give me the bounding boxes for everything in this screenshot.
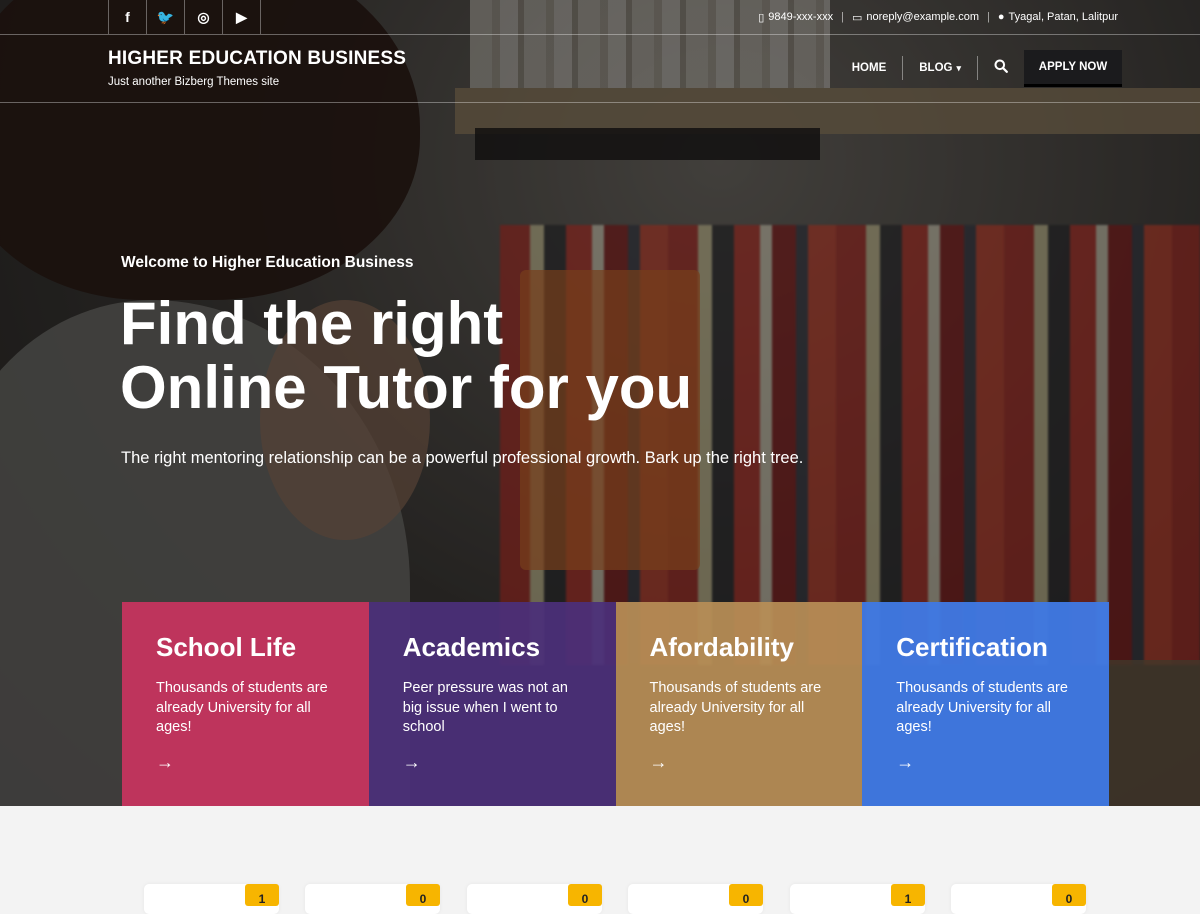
count-badge: 0 [729, 884, 763, 906]
site-tagline: Just another Bizberg Themes site [108, 76, 280, 88]
facebook-icon[interactable]: f [108, 0, 147, 34]
count-badge: 0 [1052, 884, 1086, 906]
contact-email[interactable]: noreply@example.com [866, 11, 979, 23]
feature-card-school-life[interactable]: School Life Thousands of students are al… [122, 602, 369, 806]
arrow-right-icon[interactable]: → [403, 752, 421, 773]
youtube-icon[interactable]: ▶ [223, 0, 261, 34]
hero-welcome: Welcome to Higher Education Business [121, 254, 414, 271]
stats-section: 1 0 0 0 1 0 [0, 806, 1200, 914]
search-icon[interactable] [978, 59, 1024, 77]
feature-cards: School Life Thousands of students are al… [122, 602, 1109, 806]
chevron-down-icon: ▾ [956, 62, 961, 73]
hero-subtitle: The right mentoring relationship can be … [121, 449, 804, 467]
stat-card: 0 [951, 884, 1086, 914]
card-text: Thousands of students are already Univer… [896, 680, 1068, 735]
stat-card: 1 [790, 884, 925, 914]
count-badge: 1 [245, 884, 279, 906]
card-text: Thousands of students are already Univer… [156, 680, 328, 735]
nav-blog-label: BLOG [919, 62, 953, 74]
main-nav: HOME BLOG ▾ APPLY NOW [836, 49, 1122, 87]
card-title: Afordability [649, 632, 794, 662]
contact-phone[interactable]: 9849-xxx-xxx [768, 11, 833, 23]
hero-headline-line1: Find the right [120, 290, 504, 357]
count-badge: 1 [891, 884, 925, 906]
arrow-right-icon[interactable]: → [156, 752, 174, 773]
arrow-right-icon[interactable]: → [650, 752, 668, 773]
card-title: Academics [402, 632, 541, 662]
site-header: HIGHER EDUCATION BUSINESS Just another B… [0, 35, 1200, 103]
nav-blog[interactable]: BLOG ▾ [903, 56, 977, 80]
card-text: Thousands of students are already Univer… [649, 680, 822, 735]
contact-info: ▯ 9849-xxx-xxx | ▭ noreply@example.com |… [758, 0, 1118, 34]
card-title: School Life [156, 632, 297, 662]
apply-now-button[interactable]: APPLY NOW [1024, 49, 1122, 87]
card-text: Peer pressure was not an big issue when … [402, 680, 568, 735]
count-badge: 0 [568, 884, 602, 906]
feature-card-academics[interactable]: Academics Peer pressure was not an big i… [368, 602, 616, 806]
count-badge: 0 [406, 884, 440, 906]
hero-headline: Find the right Online Tutor for you [120, 292, 692, 420]
contact-divider: | [987, 11, 990, 23]
site-title[interactable]: HIGHER EDUCATION BUSINESS [108, 48, 406, 70]
location-pin-icon: ● [997, 11, 1005, 23]
phone-icon: ▯ [758, 11, 765, 24]
social-links: f 🐦 ◎ ▶ [108, 0, 261, 34]
stat-card: 1 [144, 884, 279, 914]
card-title: Certification [896, 632, 1048, 662]
contact-address: Tyagal, Patan, Lalitpur [1008, 11, 1118, 23]
twitter-icon[interactable]: 🐦 [147, 0, 185, 34]
nav-home[interactable]: HOME [836, 56, 903, 80]
hero-headline-line2: Online Tutor for you [120, 354, 693, 421]
stat-card: 0 [305, 884, 440, 914]
feature-card-certification[interactable]: Certification Thousands of students are … [862, 602, 1109, 806]
arrow-right-icon[interactable]: → [896, 752, 914, 773]
instagram-icon[interactable]: ◎ [185, 0, 223, 34]
stat-card: 0 [628, 884, 763, 914]
chat-icon: ▭ [851, 11, 863, 24]
feature-card-afordability[interactable]: Afordability Thousands of students are a… [615, 602, 863, 806]
contact-divider: | [841, 11, 844, 23]
top-bar: f 🐦 ◎ ▶ ▯ 9849-xxx-xxx | ▭ noreply@examp… [0, 0, 1200, 35]
stat-card: 0 [467, 884, 602, 914]
